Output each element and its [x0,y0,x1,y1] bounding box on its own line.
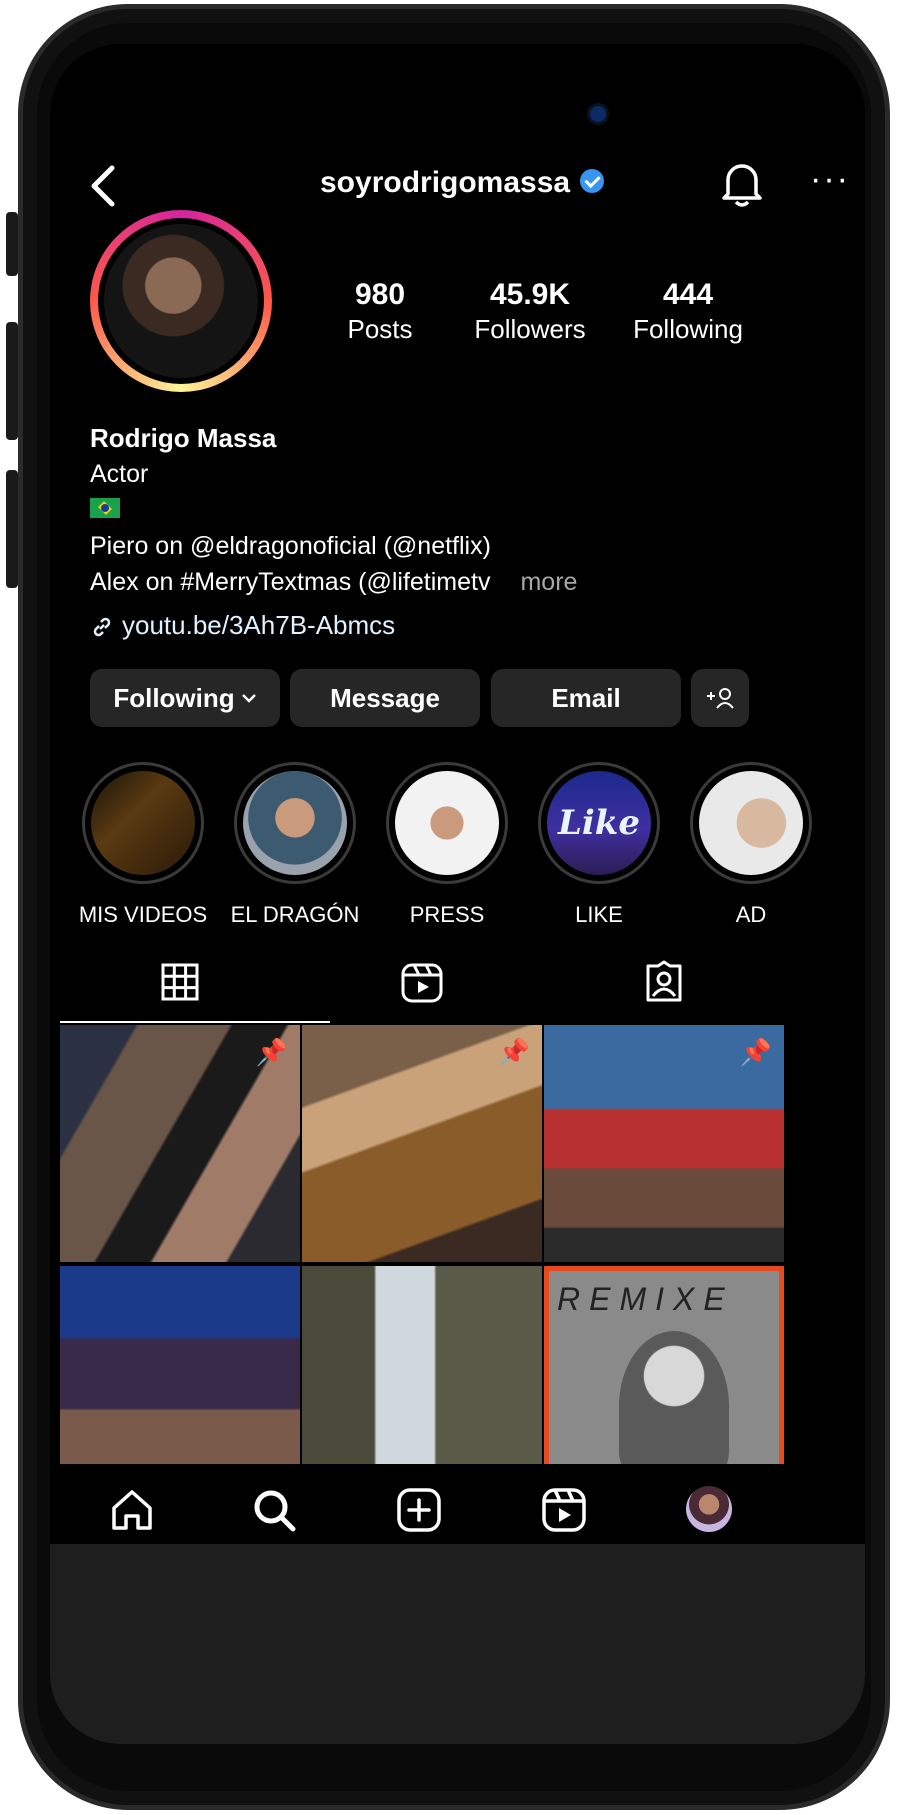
screen: soyrodrigomassa ··· 980 Posts 45.9K Foll… [50,44,865,1744]
search-icon[interactable] [250,1486,300,1536]
add-friend-button[interactable] [691,669,749,727]
volume-up-button [6,322,18,440]
message-button[interactable]: Message [290,669,480,727]
highlight-cover [395,771,499,875]
home-icon[interactable] [108,1486,158,1536]
posts-count: 980 [354,278,406,311]
highlight-cover [91,771,195,875]
reels-nav-icon[interactable] [540,1486,590,1536]
front-camera [590,106,606,122]
profile-tabs [50,954,865,1024]
followers-label: Followers [474,314,586,344]
highlight-press[interactable]: PRESS [382,762,512,928]
post-thumbnail[interactable]: 📌 [544,1025,784,1262]
display-name: Rodrigo Massa [90,423,277,453]
stat-following[interactable]: 444 Following [618,278,758,345]
stat-posts[interactable]: 980 Posts [320,278,440,345]
highlight-cover: Like [547,771,651,875]
followers-count: 45.9K [489,278,571,311]
more-dots-icon[interactable]: ··· [810,160,850,199]
stat-followers[interactable]: 45.9K Followers [460,278,600,345]
link-icon [93,617,111,637]
profile-avatar[interactable] [90,210,272,392]
bio-more-link[interactable]: more [520,568,577,596]
highlight-ad[interactable]: AD [686,762,816,928]
top-bar: soyrodrigomassa ··· [50,144,865,214]
bio-line-2-row: Alex on #MerryTextmas (@lifetimetv more [90,564,577,600]
mute-switch [6,212,18,276]
tagged-icon[interactable] [642,960,686,1009]
reels-icon[interactable] [400,962,444,1009]
following-count: 444 [662,278,714,311]
email-button[interactable]: Email [491,669,681,727]
highlight-el-dragon[interactable]: EL DRAGÓN [230,762,360,928]
highlight-cover [699,771,803,875]
create-post-icon[interactable] [395,1486,445,1536]
brazil-flag-icon [90,498,120,518]
active-tab-indicator [60,1021,330,1023]
category-label: Actor [90,460,149,488]
post-thumbnail[interactable]: 📌 [60,1025,300,1262]
profile-avatar-icon[interactable] [686,1486,736,1536]
highlight-like[interactable]: Like LIKE [534,762,664,928]
remix-text: REMIXE [557,1281,734,1317]
bottom-nav [50,1464,865,1554]
highlight-mis-videos[interactable]: MIS VIDEOS [78,762,208,928]
remix-portrait [619,1331,729,1481]
grid-icon[interactable] [160,962,200,1007]
profile-link[interactable]: youtu.be/3Ah7B-Abmcs [90,610,395,641]
post-thumbnail[interactable]: 📌 [302,1025,542,1262]
bio-section: Rodrigo Massa Actor Piero on @eldragonof… [90,420,577,600]
pin-icon: 📌 [255,1037,288,1067]
add-person-icon [707,688,734,709]
pin-icon: 📌 [497,1037,530,1067]
highlight-cover [243,771,347,875]
posts-label: Posts [347,314,413,344]
bio-line-2: Alex on #MerryTextmas (@lifetimetv [90,568,491,596]
following-label: Following [633,314,743,344]
back-arrow-icon[interactable] [88,164,118,211]
bio-line-1: Piero on @eldragonoficial (@netflix) [90,532,491,560]
profile-photo [104,224,258,378]
volume-down-button [6,470,18,588]
profile-username: soyrodrigomassa [320,166,605,200]
verified-badge-icon [580,169,605,194]
pin-icon: 📌 [739,1037,772,1067]
home-indicator-area [50,1544,865,1744]
following-button[interactable]: Following [90,669,280,727]
bell-icon[interactable] [720,158,764,208]
chevron-down-icon [241,694,256,703]
